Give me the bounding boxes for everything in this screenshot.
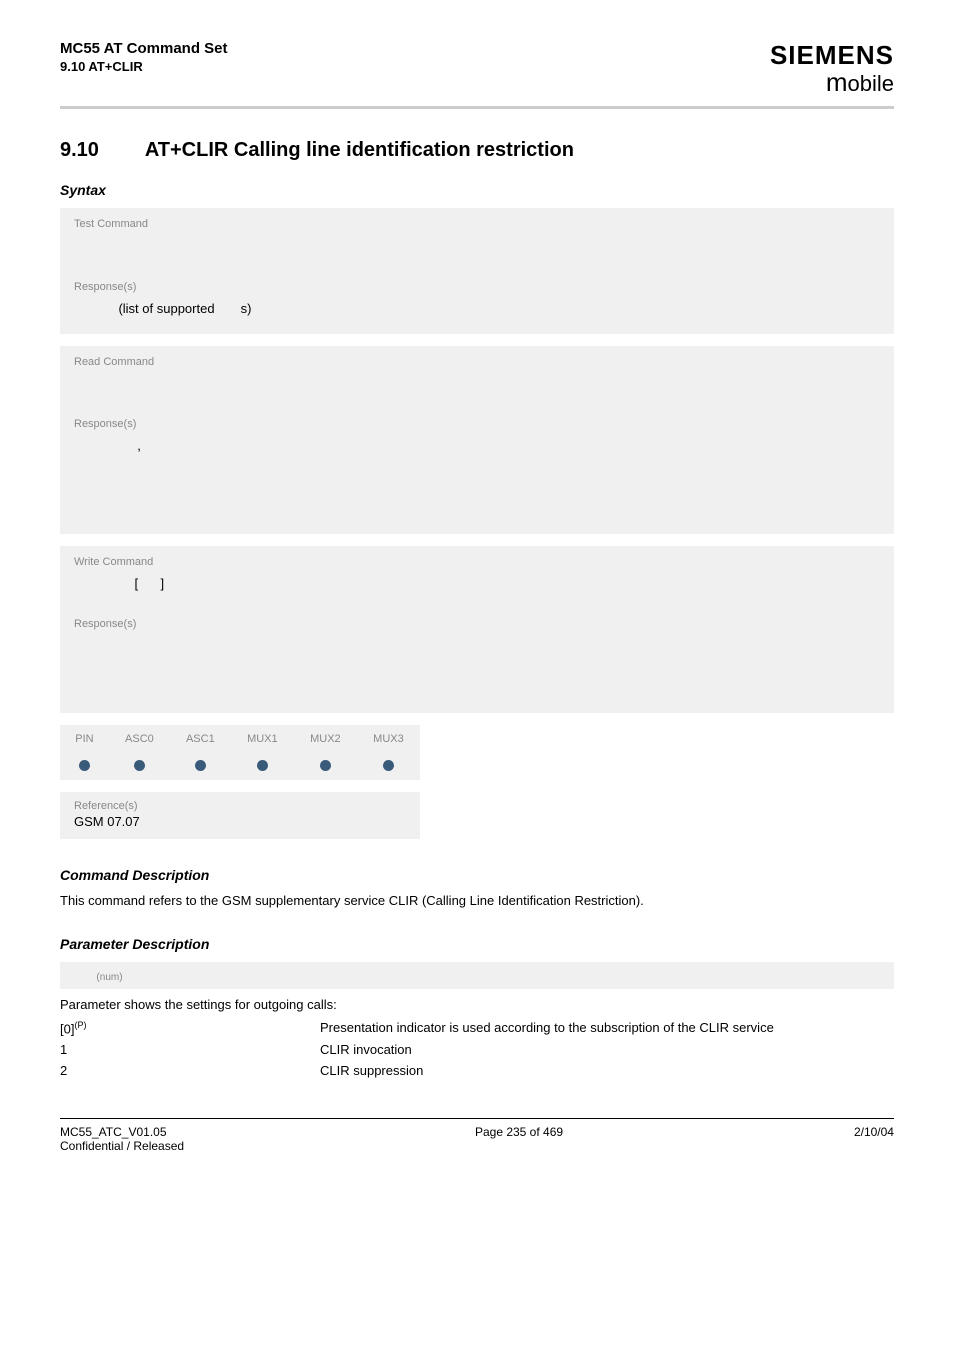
write-resp-err: <err> bbox=[168, 680, 199, 695]
test-response-body: +CLIR: (list of supported <n>s) bbox=[60, 297, 894, 334]
write-response-header: Response(s) bbox=[60, 608, 894, 634]
param-key-0-sup: (P) bbox=[74, 1020, 86, 1030]
section-number: 9.10 bbox=[60, 139, 140, 162]
write-resp-cme: +CME ERROR: bbox=[74, 680, 168, 695]
param-tag: (num) bbox=[96, 972, 122, 983]
read-response-body: +CLIR <n>, <m> OK ERROR +CME ERROR: <err… bbox=[60, 434, 894, 533]
section-heading: 9.10 AT+CLIR Calling line identification… bbox=[60, 139, 894, 162]
read-response-header: Response(s) bbox=[60, 408, 894, 434]
write-cmd-rbracket: ] bbox=[161, 576, 165, 591]
param-key-0: [0](P) bbox=[60, 1020, 320, 1036]
write-resp-ok: OK bbox=[74, 638, 93, 653]
matrix-dot bbox=[357, 753, 420, 780]
matrix-dot-row bbox=[60, 753, 420, 780]
read-resp-n: <n> bbox=[115, 438, 137, 453]
read-resp-error: ERROR bbox=[74, 480, 121, 495]
doc-title: MC55 AT Command Set bbox=[60, 40, 228, 57]
test-resp-prefix: +CLIR: bbox=[74, 301, 115, 316]
read-resp-err: <err> bbox=[168, 501, 199, 516]
matrix-col-asc1: ASC1 bbox=[170, 725, 231, 753]
param-key-2-text: 2 bbox=[60, 1063, 67, 1078]
dot-icon bbox=[195, 760, 206, 771]
footer-version: MC55_ATC_V01.05 bbox=[60, 1125, 184, 1139]
param-name: <n> bbox=[74, 968, 96, 983]
matrix-dot bbox=[109, 753, 170, 780]
syntax-label: Syntax bbox=[60, 182, 894, 198]
matrix-col-mux1: MUX1 bbox=[231, 725, 294, 753]
dot-icon bbox=[79, 760, 90, 771]
parameter-description-label: Parameter Description bbox=[60, 936, 894, 952]
param-row-2: 2 CLIR suppression bbox=[60, 1063, 894, 1078]
matrix-col-asc0: ASC0 bbox=[109, 725, 170, 753]
matrix-col-mux2: MUX2 bbox=[294, 725, 357, 753]
matrix-dot bbox=[231, 753, 294, 780]
write-command-header: Write Command bbox=[60, 546, 894, 572]
test-response-header: Response(s) bbox=[60, 271, 894, 297]
read-resp-m: <m> bbox=[145, 438, 171, 453]
footer-left: MC55_ATC_V01.05 Confidential / Released bbox=[60, 1125, 184, 1153]
param-val-0: Presentation indicator is used according… bbox=[320, 1020, 894, 1036]
param-key-1-text: 1 bbox=[60, 1042, 67, 1057]
command-description-text: This command refers to the GSM supplemen… bbox=[60, 893, 894, 908]
param-key-2: 2 bbox=[60, 1063, 320, 1078]
support-matrix: PIN ASC0 ASC1 MUX1 MUX2 MUX3 bbox=[60, 725, 420, 780]
param-row-1: 1 CLIR invocation bbox=[60, 1042, 894, 1057]
test-resp-n: <n> bbox=[218, 301, 240, 316]
matrix-col-pin: PIN bbox=[60, 725, 109, 753]
read-resp-comma: , bbox=[137, 438, 144, 453]
footer-conf: Confidential / Released bbox=[60, 1139, 184, 1153]
test-command-line: AT+CLIR=? bbox=[60, 234, 894, 271]
matrix-header-row: PIN ASC0 ASC1 MUX1 MUX2 MUX3 bbox=[60, 725, 420, 753]
dot-icon bbox=[383, 760, 394, 771]
logo: SIEMENS mobile bbox=[770, 40, 894, 98]
test-resp-list: (list of supported bbox=[118, 301, 218, 316]
write-command-line: AT+CLIR=[<n>] bbox=[60, 572, 894, 609]
read-resp-ok: OK bbox=[74, 459, 93, 474]
matrix-dot bbox=[294, 753, 357, 780]
matrix-col-mux3: MUX3 bbox=[357, 725, 420, 753]
read-command-block: Read Command AT+CLIR? Response(s) +CLIR … bbox=[60, 346, 894, 534]
reference-value: GSM 07.07 bbox=[60, 814, 420, 839]
dot-icon bbox=[134, 760, 145, 771]
param-val-2: CLIR suppression bbox=[320, 1063, 894, 1078]
read-command-line: AT+CLIR? bbox=[60, 372, 894, 409]
param-row-0: [0](P) Presentation indicator is used ac… bbox=[60, 1020, 894, 1036]
param-name-box: <n>(num) bbox=[60, 962, 894, 989]
write-command-block: Write Command AT+CLIR=[<n>] Response(s) … bbox=[60, 546, 894, 713]
write-cmd-prefix: AT+CLIR= bbox=[74, 576, 134, 591]
reference-block: Reference(s) GSM 07.07 bbox=[60, 792, 420, 839]
dot-icon bbox=[257, 760, 268, 771]
read-command-header: Read Command bbox=[60, 346, 894, 372]
dot-icon bbox=[320, 760, 331, 771]
matrix-dot bbox=[60, 753, 109, 780]
footer-page: Page 235 of 469 bbox=[475, 1125, 563, 1153]
section-title: AT+CLIR Calling line identification rest… bbox=[145, 139, 574, 161]
test-resp-s: s) bbox=[241, 301, 252, 316]
write-response-body: OK ERROR +CME ERROR: <err> bbox=[60, 634, 894, 712]
write-resp-error: ERROR bbox=[74, 659, 121, 674]
param-key-1: 1 bbox=[60, 1042, 320, 1057]
page-footer: MC55_ATC_V01.05 Confidential / Released … bbox=[60, 1118, 894, 1153]
logo-obile: obile bbox=[848, 71, 894, 96]
command-description-label: Command Description bbox=[60, 867, 894, 883]
logo-m: m bbox=[826, 67, 848, 97]
logo-mobile: mobile bbox=[770, 67, 894, 98]
read-resp-prefix: +CLIR bbox=[74, 438, 111, 453]
footer-date: 2/10/04 bbox=[854, 1125, 894, 1153]
test-command-block: Test Command AT+CLIR=? Response(s) +CLIR… bbox=[60, 208, 894, 334]
param-key-0-text: [0] bbox=[60, 1021, 74, 1036]
reference-header: Reference(s) bbox=[60, 792, 420, 814]
write-cmd-n: <n> bbox=[138, 576, 160, 591]
header-left: MC55 AT Command Set 9.10 AT+CLIR bbox=[60, 40, 228, 74]
param-desc-text: Parameter shows the settings for outgoin… bbox=[60, 997, 894, 1012]
doc-subtitle: 9.10 AT+CLIR bbox=[60, 59, 228, 74]
test-command-header: Test Command bbox=[60, 208, 894, 234]
page-header: MC55 AT Command Set 9.10 AT+CLIR SIEMENS… bbox=[60, 40, 894, 109]
read-resp-cme: +CME ERROR: bbox=[74, 501, 168, 516]
matrix-dot bbox=[170, 753, 231, 780]
param-val-1: CLIR invocation bbox=[320, 1042, 894, 1057]
